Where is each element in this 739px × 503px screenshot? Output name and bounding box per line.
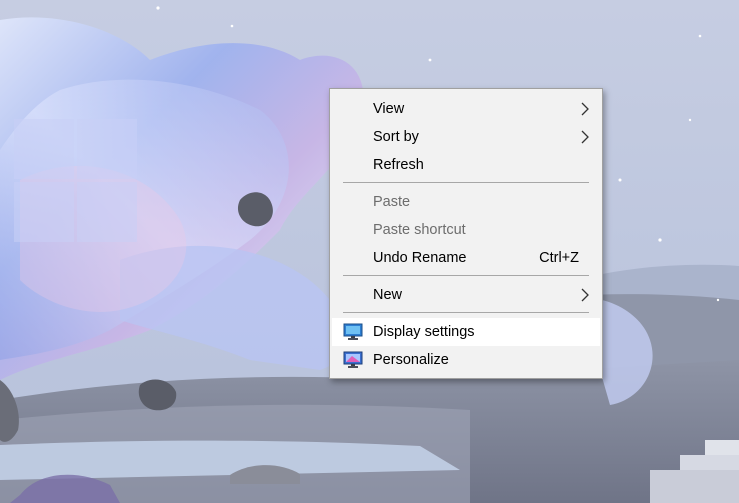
menu-item-sort-by[interactable]: Sort by (332, 124, 600, 150)
menu-item-refresh[interactable]: Refresh (332, 152, 600, 178)
personalize-icon (343, 351, 363, 368)
menu-item-paste[interactable]: Paste (332, 189, 600, 215)
menu-item-paste-shortcut[interactable]: Paste shortcut (332, 217, 600, 243)
menu-item-label: Display settings (373, 324, 475, 340)
menu-separator (343, 312, 589, 313)
menu-item-undo-rename[interactable]: Undo Rename Ctrl+Z (332, 245, 600, 271)
menu-item-label: Refresh (373, 157, 424, 173)
menu-item-new[interactable]: New (332, 282, 600, 308)
chevron-right-icon (581, 288, 589, 302)
menu-item-label: Paste (373, 194, 411, 210)
menu-item-label: Sort by (373, 129, 419, 145)
menu-item-label: Paste shortcut (373, 222, 466, 238)
menu-item-view[interactable]: View (332, 96, 600, 122)
menu-item-label: New (373, 287, 403, 303)
menu-item-label: View (373, 101, 405, 117)
menu-item-label: Personalize (373, 352, 449, 368)
menu-item-shortcut: Ctrl+Z (539, 250, 579, 266)
chevron-right-icon (581, 102, 589, 116)
menu-separator (343, 275, 589, 276)
desktop-context-menu: View Sort by Refresh Paste Paste shortcu… (329, 88, 603, 379)
menu-item-personalize[interactable]: Personalize (332, 347, 600, 373)
menu-item-label: Undo Rename (373, 250, 467, 266)
display-icon (343, 323, 363, 340)
menu-separator (343, 182, 589, 183)
chevron-right-icon (581, 130, 589, 144)
menu-item-display-settings[interactable]: Display settings (332, 318, 600, 346)
